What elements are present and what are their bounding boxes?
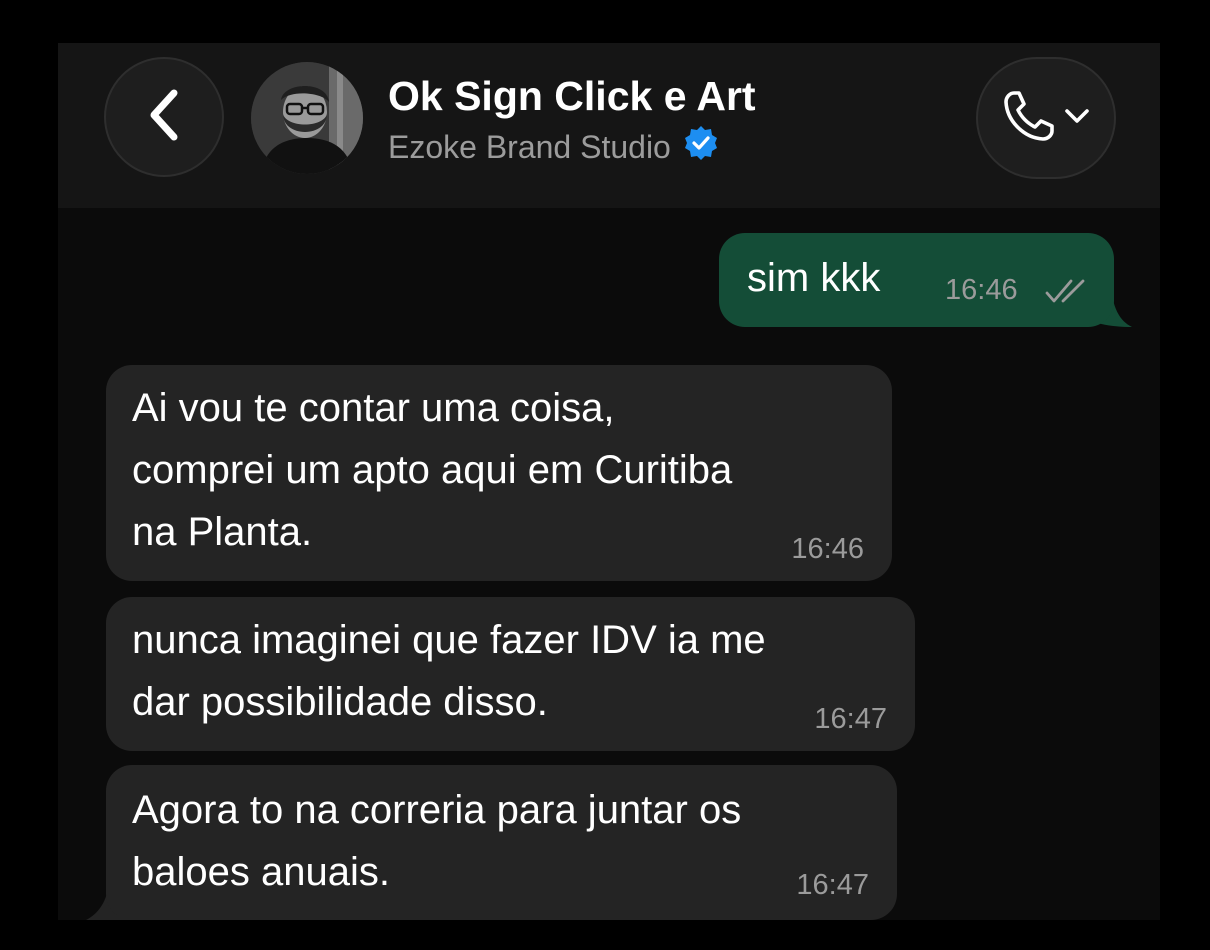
verified-badge-icon — [683, 125, 719, 169]
business-name: Ezoke Brand Studio — [388, 128, 671, 165]
message-text: Agora to na correria para juntar os balo… — [132, 788, 742, 894]
chevron-left-icon — [144, 85, 184, 150]
avatar[interactable] — [251, 62, 363, 174]
message-time: 16:46 — [791, 533, 864, 565]
phone-icon — [1002, 89, 1056, 148]
message-text: Ai vou te contar uma coisa, comprei um a… — [132, 386, 733, 554]
call-button[interactable] — [976, 57, 1116, 179]
outgoing-message[interactable]: sim kkk 16:46 — [719, 233, 1114, 327]
incoming-message[interactable]: Ai vou te contar uma coisa, comprei um a… — [106, 365, 892, 581]
chat-header: Ok Sign Click e Art Ezoke Brand Studio — [58, 43, 1160, 208]
chat-title[interactable]: Ok Sign Click e Art — [388, 73, 756, 120]
chevron-down-icon — [1064, 107, 1090, 130]
chat-window: Ok Sign Click e Art Ezoke Brand Studio s… — [58, 43, 1160, 920]
chat-subtitle[interactable]: Ezoke Brand Studio — [388, 125, 719, 169]
double-check-icon — [1045, 277, 1091, 310]
back-button[interactable] — [104, 57, 224, 177]
message-time: 16:47 — [796, 869, 869, 901]
message-time: 16:46 — [945, 274, 1018, 306]
incoming-message[interactable]: nunca imaginei que fazer IDV ia me dar p… — [106, 597, 915, 751]
message-text: nunca imaginei que fazer IDV ia me dar p… — [132, 618, 766, 724]
incoming-message[interactable]: Agora to na correria para juntar os balo… — [106, 765, 897, 920]
message-time: 16:47 — [814, 703, 887, 735]
message-text: sim kkk — [747, 256, 881, 300]
